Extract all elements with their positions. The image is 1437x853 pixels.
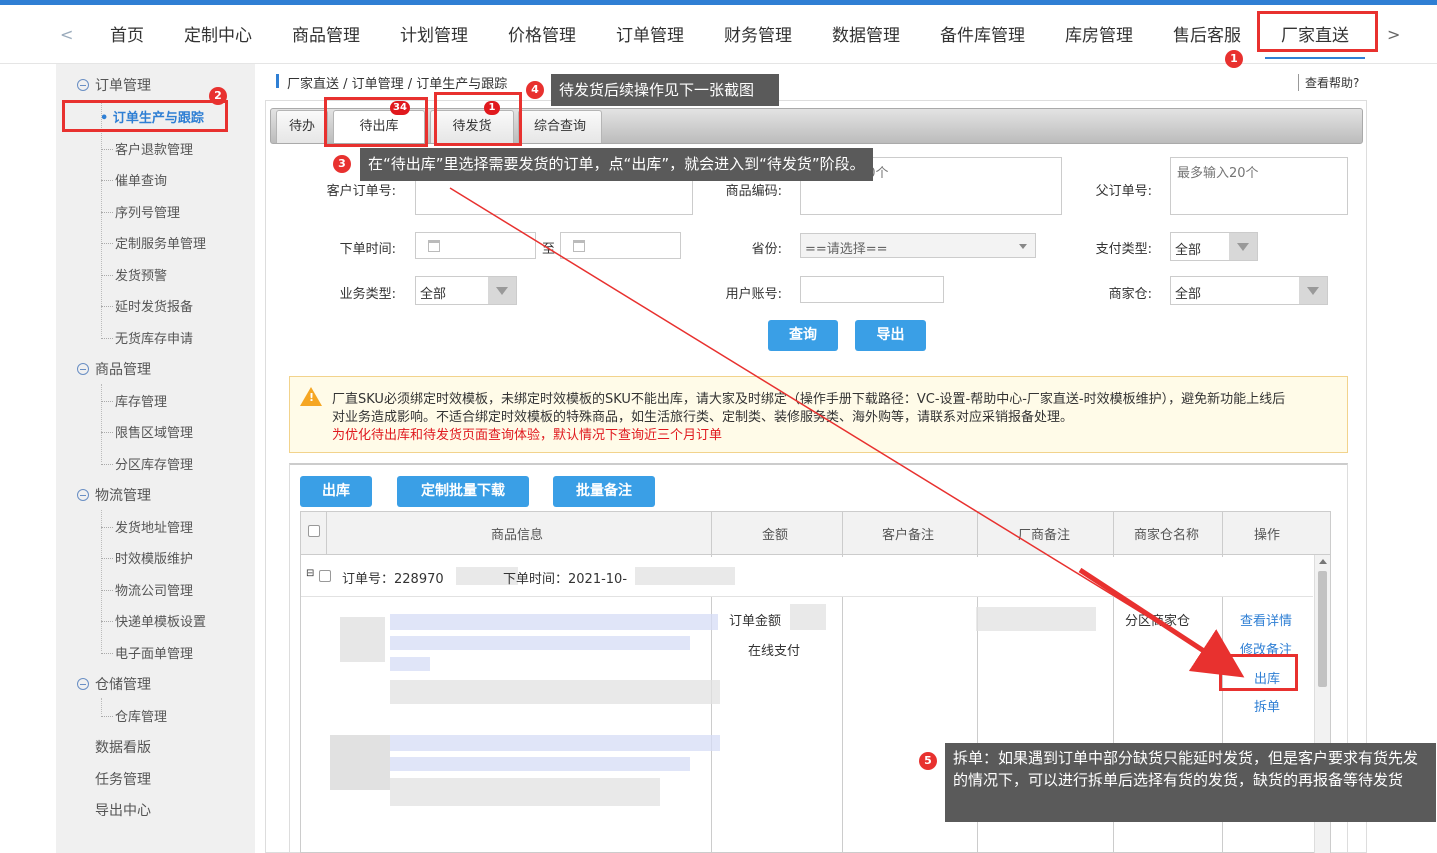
annotation-callout-5: 拆单：如果遇到订单中部分缺货只能延时发货，但是客户要求有货先发的情况下，可以进行… bbox=[945, 743, 1436, 822]
highlight-sidebar-item bbox=[62, 100, 228, 132]
annotation-callout-3: 在“待出库”里选择需要发货的订单，点“出库”，就会进入到“待发货”阶段。 bbox=[360, 148, 873, 181]
annotation-arrow-head bbox=[1078, 567, 1245, 678]
annotation-number-1: 1 bbox=[1225, 50, 1243, 68]
annotation-number-2: 2 bbox=[209, 87, 227, 105]
page-root: < 首页 定制中心 商品管理 计划管理 价格管理 订单管理 财务管理 数据管理 … bbox=[0, 0, 1437, 853]
annotation-arrow-line bbox=[449, 187, 1239, 673]
highlight-nav-direct bbox=[1257, 11, 1378, 52]
highlight-tab-shipment bbox=[434, 92, 522, 146]
highlight-tab-outbound bbox=[324, 97, 428, 147]
annotation-number-4: 4 bbox=[526, 81, 544, 99]
annotation-number-3: 3 bbox=[333, 155, 351, 173]
annotation-number-5: 5 bbox=[919, 752, 937, 770]
highlight-outbound-link bbox=[1219, 654, 1298, 691]
annotation-callout-4: 待发货后续操作见下一张截图 bbox=[551, 74, 779, 106]
